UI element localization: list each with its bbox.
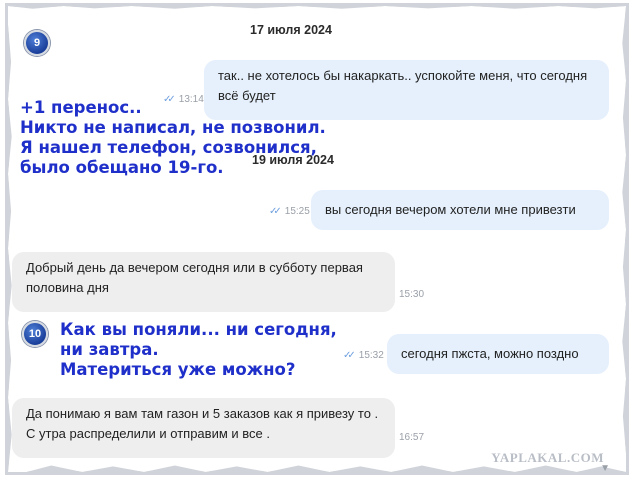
badge-number: 10 — [28, 328, 42, 340]
site-watermark: YAPLAKAL.COM — [491, 450, 604, 465]
message-text: сегодня пжста, можно поздно — [401, 346, 579, 361]
annotation-line: ни завтра. — [60, 340, 159, 359]
outgoing-message-2[interactable]: вы сегодня вечером хотели мне привезти — [311, 190, 609, 230]
message-text: Да понимаю я вам там газон и 5 заказов к… — [26, 406, 379, 441]
message-time-5: 16:57 — [399, 432, 425, 443]
annotation-line: +1 перенос.. — [20, 98, 142, 117]
incoming-message-2[interactable]: Да понимаю я вам там газон и 5 заказов к… — [12, 398, 395, 458]
chevron-down-icon: ▼ — [600, 463, 610, 474]
badge-number: 9 — [33, 37, 41, 49]
step-badge-9: 9 — [24, 30, 50, 56]
annotation-second: Как вы поняли... ни сегодня, ни завтра. … — [60, 320, 337, 380]
outgoing-message-3[interactable]: сегодня пжста, можно поздно — [387, 334, 609, 374]
read-check-icon: ✓✓ — [269, 206, 282, 217]
annotation-line: Как вы поняли... ни сегодня, — [60, 320, 337, 339]
step-badge-10: 10 — [22, 321, 48, 347]
incoming-message-1[interactable]: Добрый день да вечером сегодня или в суб… — [12, 252, 395, 312]
date-divider-1: 17 июля 2024 — [250, 23, 332, 37]
annotation-line: Никто не написал, не позвонил. — [20, 118, 326, 137]
message-text: вы сегодня вечером хотели мне привезти — [325, 202, 576, 217]
message-time-2: ✓✓ 15:25 — [269, 206, 310, 217]
read-check-icon: ✓✓ — [343, 350, 356, 361]
message-time-3: 15:30 — [399, 289, 425, 300]
message-text: Добрый день да вечером сегодня или в суб… — [26, 260, 363, 295]
message-time-4: ✓✓ 15:32 — [343, 350, 384, 361]
date-divider-2: 19 июля 2024 — [252, 153, 334, 167]
annotation-line: Материться уже можно? — [60, 360, 296, 379]
